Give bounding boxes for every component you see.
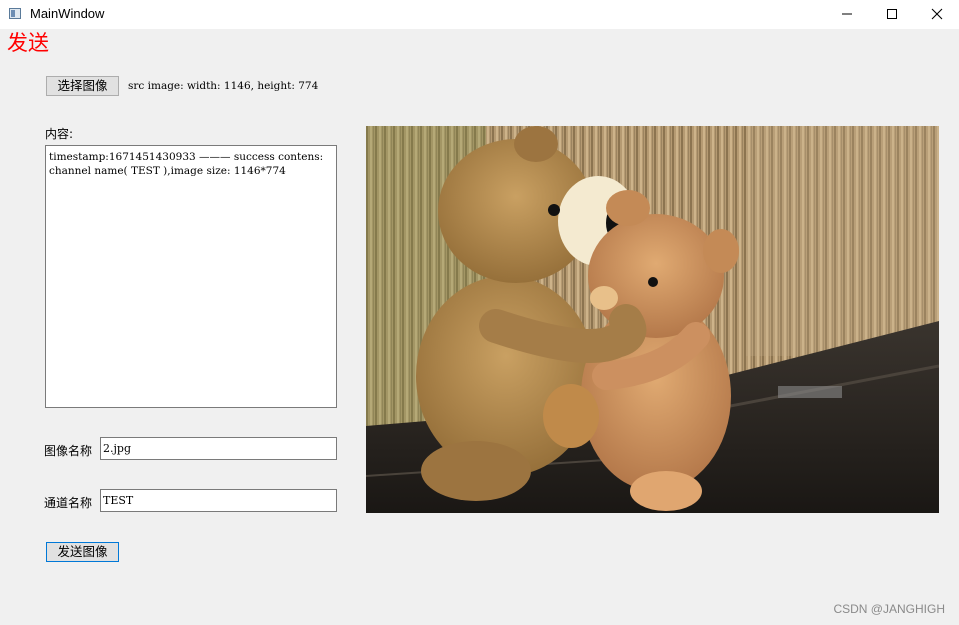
main-window: MainWindow 发送 选择图像 src image: width: 114… <box>0 0 959 625</box>
teddy-bears-photo <box>366 126 939 513</box>
maximize-button[interactable] <box>869 0 915 29</box>
close-icon <box>931 8 943 20</box>
minimize-icon <box>842 13 852 15</box>
image-name-input[interactable]: 2.jpg <box>100 437 337 460</box>
app-icon <box>9 8 21 19</box>
send-image-button[interactable]: 发送图像 <box>46 542 119 562</box>
content-textarea[interactable]: timestamp:1671451430933 ——— success cont… <box>45 145 337 408</box>
image-name-label: 图像名称 <box>44 444 93 458</box>
send-heading: 发送 <box>7 31 49 55</box>
image-preview <box>366 126 939 513</box>
maximize-icon <box>887 9 897 19</box>
channel-name-label: 通道名称 <box>44 496 93 510</box>
src-image-info: src image: width: 1146, height: 774 <box>128 80 319 92</box>
minimize-button[interactable] <box>824 0 870 29</box>
channel-name-input[interactable]: TEST <box>100 489 337 512</box>
content-label: 内容: <box>45 127 74 141</box>
watermark: CSDN @JANGHIGH <box>833 602 945 616</box>
select-image-button[interactable]: 选择图像 <box>46 76 119 96</box>
window-title: MainWindow <box>30 6 105 21</box>
close-button[interactable] <box>914 0 959 29</box>
title-bar[interactable]: MainWindow <box>0 0 959 29</box>
